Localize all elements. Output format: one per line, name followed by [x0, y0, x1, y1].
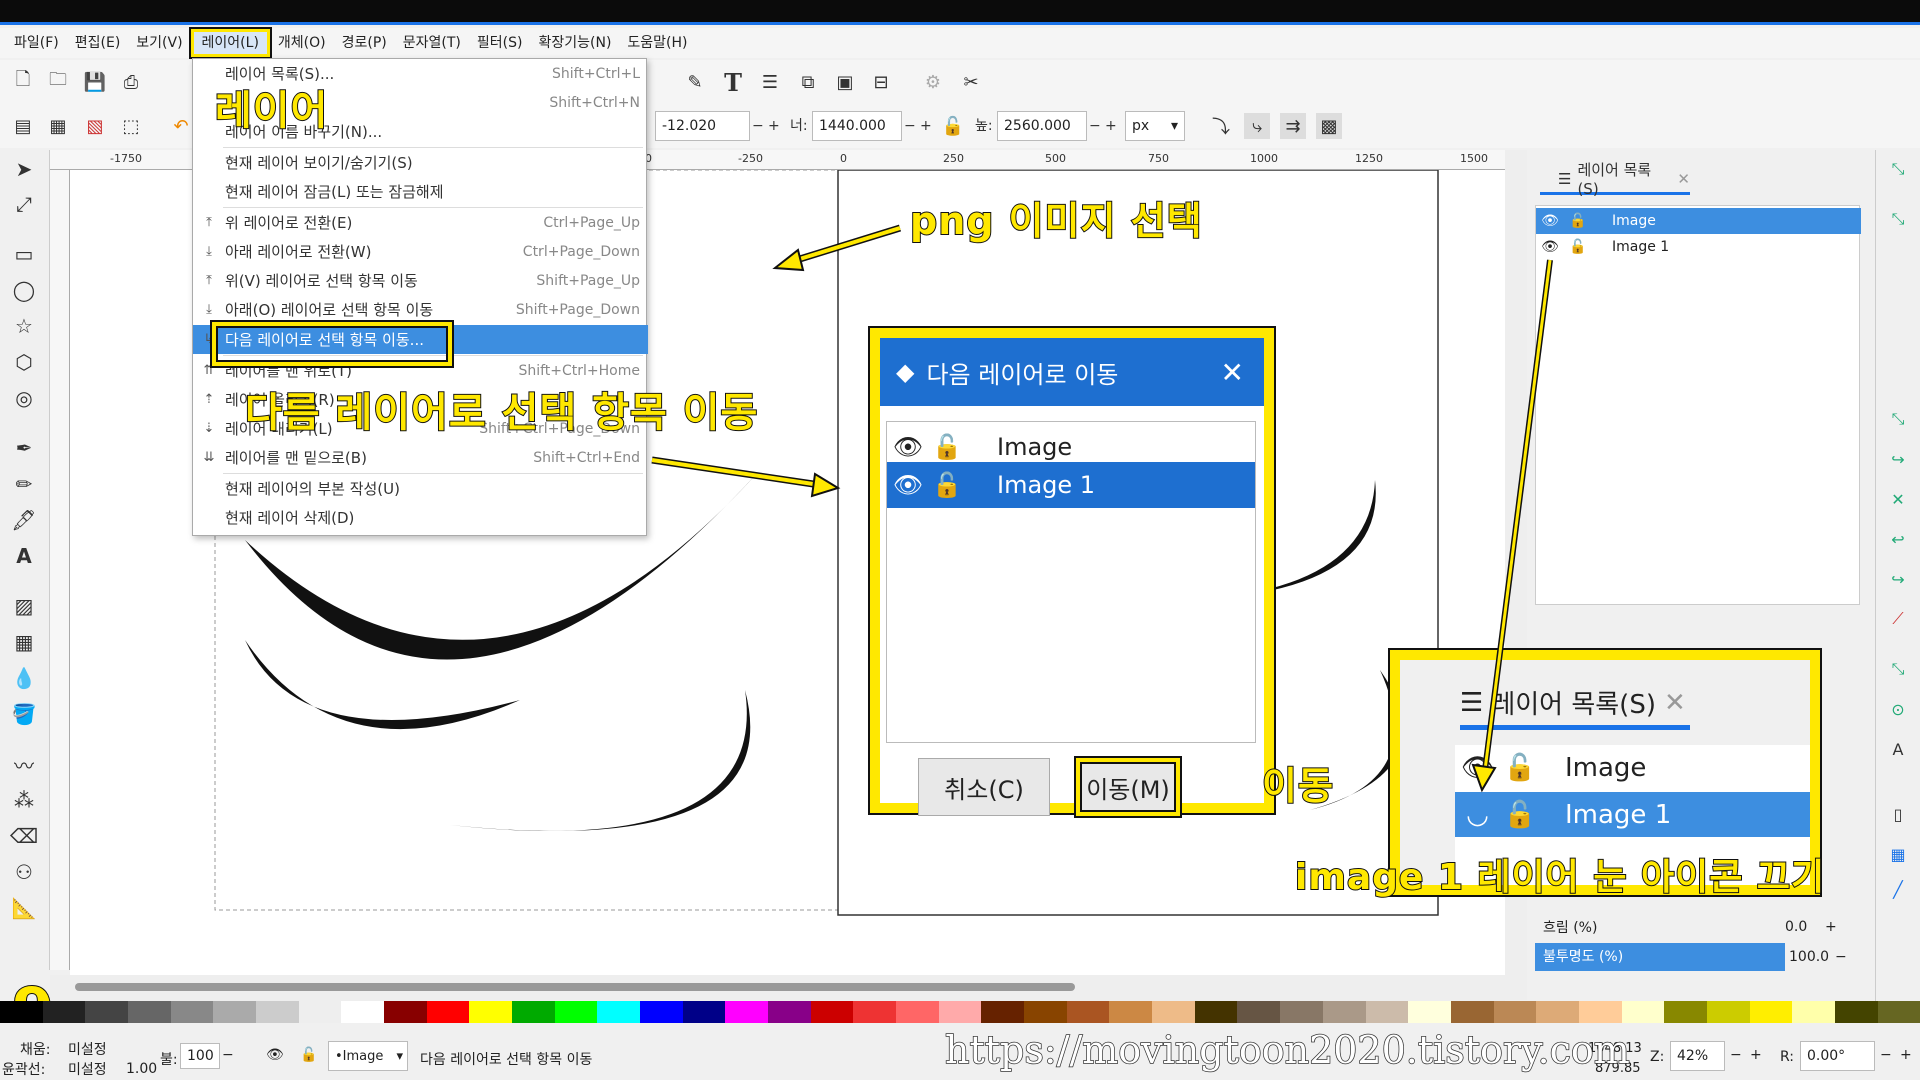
color-swatch[interactable] — [938, 1001, 982, 1023]
color-swatch[interactable] — [1152, 1001, 1195, 1023]
color-swatch[interactable] — [512, 1001, 555, 1023]
lock-icon[interactable]: 🔓 — [300, 1047, 317, 1063]
annotation-move-to-next: 다름 레이어로 선택 항목 이동 — [244, 389, 759, 437]
rotation-plus-button[interactable]: + — [1900, 1047, 1912, 1063]
fill-value[interactable]: 미설정 — [68, 1039, 107, 1059]
color-swatch[interactable] — [1664, 1001, 1707, 1023]
color-swatch[interactable] — [213, 1001, 257, 1023]
color-swatch[interactable] — [0, 1001, 43, 1023]
color-swatch[interactable] — [42, 1001, 86, 1023]
arrow-to-canvas-inner — [789, 226, 901, 264]
annotation-eye-off: image 1 레이어 눈 아이콘 끄기 — [1294, 856, 1826, 899]
color-swatch[interactable] — [256, 1001, 299, 1023]
color-swatch[interactable] — [1408, 1001, 1451, 1023]
opacity-label: 불: — [160, 1052, 178, 1068]
zoom-plus-button[interactable]: + — [1750, 1047, 1762, 1063]
color-swatch[interactable] — [1792, 1001, 1835, 1023]
opacity-field[interactable]: 100 — [180, 1043, 220, 1069]
color-swatch[interactable] — [1280, 1001, 1323, 1023]
zoom-minus-button[interactable]: − — [1730, 1047, 1742, 1063]
color-swatch[interactable] — [1493, 1001, 1537, 1023]
eye-icon[interactable]: 👁 — [266, 1047, 284, 1063]
color-swatch[interactable] — [469, 1001, 513, 1023]
annotation-arrows — [651, 224, 1553, 793]
color-swatch[interactable] — [1109, 1001, 1153, 1023]
rotation-field[interactable]: 0.00° — [1800, 1041, 1875, 1071]
color-swatch[interactable] — [896, 1001, 939, 1023]
annotation-select-png: png 이미지 선택 — [909, 198, 1203, 244]
fill-label: 채움: — [20, 1042, 51, 1058]
opacity-minus-button[interactable]: − — [222, 1047, 234, 1063]
color-swatch[interactable] — [128, 1001, 171, 1023]
color-swatch[interactable] — [384, 1001, 427, 1023]
color-swatch[interactable] — [597, 1001, 641, 1023]
status-message: 다음 레이어로 선택 항목 이동 — [420, 1052, 593, 1068]
color-swatch[interactable] — [1749, 1001, 1793, 1023]
current-layer-select[interactable]: •Image ▾ — [328, 1041, 408, 1071]
color-swatch[interactable] — [1834, 1001, 1878, 1023]
color-swatch[interactable] — [341, 1001, 385, 1023]
color-swatch[interactable] — [1578, 1001, 1622, 1023]
rotation-label: R: — [1780, 1049, 1795, 1065]
color-swatch[interactable] — [682, 1001, 726, 1023]
chevron-down-icon: ▾ — [396, 1048, 403, 1064]
color-swatch[interactable] — [1706, 1001, 1750, 1023]
color-swatch[interactable] — [1450, 1001, 1494, 1023]
color-swatch[interactable] — [810, 1001, 854, 1023]
rotation-minus-button[interactable]: − — [1880, 1047, 1892, 1063]
color-swatch[interactable] — [1365, 1001, 1409, 1023]
color-swatch[interactable] — [426, 1001, 470, 1023]
color-swatch[interactable] — [1237, 1001, 1281, 1023]
arrow-to-inset-inner — [1483, 259, 1552, 771]
color-swatch[interactable] — [640, 1001, 683, 1023]
color-swatch[interactable] — [1621, 1001, 1665, 1023]
color-swatch[interactable] — [1066, 1001, 1110, 1023]
color-swatch[interactable] — [85, 1001, 129, 1023]
color-swatch[interactable] — [170, 1001, 214, 1023]
color-swatch[interactable] — [981, 1001, 1025, 1023]
watermark-url: https://movingtoon2020.tistory.com — [944, 1027, 1630, 1073]
arrow-to-dialog-inner — [651, 458, 821, 487]
color-palette[interactable] — [0, 1001, 1920, 1023]
stroke-label: 윤곽선: — [2, 1062, 46, 1078]
stroke-value[interactable]: 미설정 — [68, 1059, 107, 1079]
color-swatch[interactable] — [853, 1001, 897, 1023]
annotation-layer: 레이어 — [214, 87, 329, 135]
color-swatch[interactable] — [1024, 1001, 1067, 1023]
arrowhead — [1471, 763, 1497, 793]
annotation-move: 이동 — [1261, 763, 1334, 809]
color-swatch[interactable] — [1877, 1001, 1920, 1023]
arrowhead — [772, 248, 805, 272]
arrowhead — [810, 472, 841, 498]
color-swatch[interactable] — [1194, 1001, 1238, 1023]
color-swatch[interactable] — [1322, 1001, 1366, 1023]
color-swatch[interactable] — [768, 1001, 811, 1023]
color-swatch[interactable] — [298, 1001, 342, 1023]
stroke-width[interactable]: 1.00 — [126, 1061, 157, 1077]
zoom-label: Z: — [1650, 1049, 1665, 1065]
color-swatch[interactable] — [554, 1001, 598, 1023]
color-swatch[interactable] — [1536, 1001, 1579, 1023]
zoom-field[interactable]: 42% — [1670, 1041, 1725, 1071]
current-layer-value: •Image — [335, 1048, 384, 1064]
color-swatch[interactable] — [725, 1001, 769, 1023]
